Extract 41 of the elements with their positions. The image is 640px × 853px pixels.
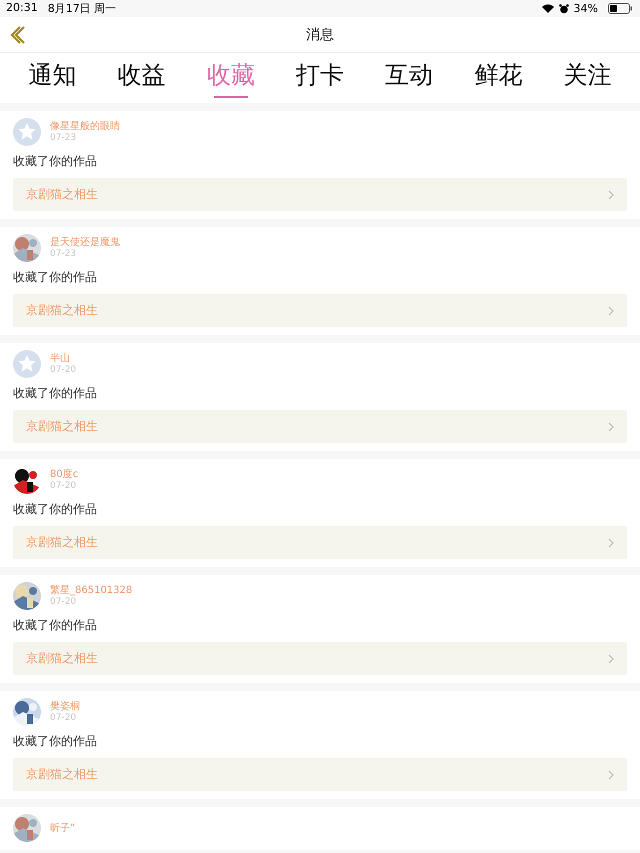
user-name[interactable]: 是天使还是魔鬼 <box>50 236 120 249</box>
tab[interactable]: 收藏 <box>202 53 259 103</box>
wifi-icon <box>542 4 554 13</box>
battery-icon <box>608 3 632 14</box>
user-name[interactable]: 昕子” <box>50 822 76 834</box>
tab[interactable]: 打卡 <box>292 53 348 103</box>
work-link[interactable]: 京剧猫之相生 <box>13 526 627 559</box>
tab[interactable]: 通知 <box>24 53 81 103</box>
tab[interactable]: 互动 <box>381 53 438 103</box>
status-time: 20:31 <box>6 1 38 16</box>
message-text: 收藏了你的作品 <box>13 385 98 402</box>
message-text: 收藏了你的作品 <box>13 153 98 170</box>
work-link[interactable]: 京剧猫之相生 <box>13 178 627 211</box>
message-text: 收藏了你的作品 <box>13 269 98 286</box>
chevron-right-icon <box>608 190 614 200</box>
battery-percent: 34% <box>574 2 598 15</box>
user-name[interactable]: 樊姿桐 <box>50 700 80 713</box>
tab[interactable]: 鲜花 <box>470 53 526 103</box>
message-text: 收藏了你的作品 <box>13 617 98 634</box>
user-name[interactable]: 像星星般的眼睛 <box>50 120 120 133</box>
chevron-right-icon <box>608 770 614 780</box>
chevron-right-icon <box>608 538 614 548</box>
work-link[interactable]: 京剧猫之相生 <box>13 410 627 443</box>
work-link[interactable]: 京剧猫之相生 <box>13 642 627 675</box>
alarm-icon <box>558 4 569 14</box>
user-name[interactable]: 80度c <box>50 468 78 481</box>
chevron-right-icon <box>608 306 614 316</box>
message-text: 收藏了你的作品 <box>13 733 98 750</box>
tab[interactable]: 收益 <box>114 53 170 103</box>
star-avatar-icon <box>13 350 41 378</box>
star-avatar-icon <box>13 118 41 146</box>
status-date: 8月17日 周一 <box>48 1 116 16</box>
work-link[interactable]: 京剧猫之相生 <box>13 758 627 791</box>
work-link[interactable]: 京剧猫之相生 <box>13 294 627 327</box>
user-name[interactable]: 繁星_865101328 <box>50 584 132 597</box>
message-text: 收藏了你的作品 <box>13 501 98 518</box>
user-name[interactable]: 半山 <box>50 352 76 365</box>
chevron-right-icon <box>608 654 614 664</box>
page-title: 消息 <box>306 26 334 44</box>
tab[interactable]: 关注 <box>559 53 616 103</box>
chevron-right-icon <box>608 422 614 432</box>
